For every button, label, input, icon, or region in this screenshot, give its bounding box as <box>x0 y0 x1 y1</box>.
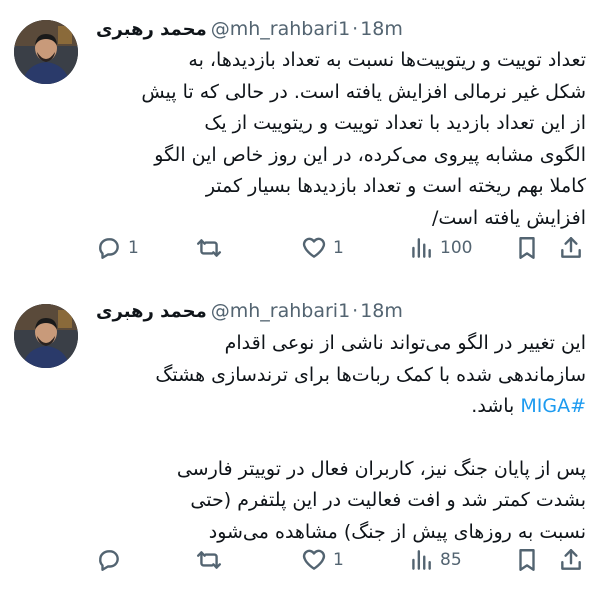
tweet-actions: 1 1 100 <box>96 233 586 263</box>
views-count: 85 <box>440 550 462 570</box>
bookmark-button[interactable] <box>514 233 540 263</box>
text-line: #MIGA باشد. <box>96 391 586 423</box>
heart-icon <box>302 549 326 570</box>
hashtag-link[interactable]: #MIGA <box>520 395 586 417</box>
text-line: نسبت به روزهای پیش از جنگ) مشاهده می‌شود <box>208 520 586 543</box>
tweet-time[interactable]: 18m <box>360 300 403 322</box>
reply-icon <box>99 550 119 571</box>
views-icon <box>412 238 431 258</box>
text-line: افزایش یافته است/ <box>431 206 586 229</box>
bookmark-button[interactable] <box>514 545 540 575</box>
reply-icon <box>99 238 119 259</box>
share-icon <box>561 237 581 258</box>
text-line: بشدت کمتر شد و افت فعالیت در این پلتفرم … <box>190 489 586 511</box>
retweet-button[interactable] <box>196 233 228 263</box>
retweet-icon <box>196 239 222 257</box>
views-button[interactable]: 85 <box>408 545 462 575</box>
author-handle[interactable]: @mh_rahbari1 <box>211 18 350 40</box>
text-line: این تغییر در الگو می‌تواند ناشی از نوعی … <box>224 332 586 354</box>
text-line: تعداد توییت و ریتوییت‌ها نسبت به تعداد ب… <box>188 49 586 71</box>
tweet-time[interactable]: 18m <box>360 18 403 40</box>
author-handle[interactable]: @mh_rahbari1 <box>211 300 350 322</box>
text-line: کاملا بهم ریخته است و تعداد بازدیدها بسی… <box>205 175 586 197</box>
text-line: الگوی مشابه پیروی می‌کرده، در این روز خا… <box>154 143 586 166</box>
reply-count: 1 <box>128 238 139 258</box>
tweet-text: تعداد توییت و ریتوییت‌ها نسبت به تعداد ب… <box>96 45 586 234</box>
text-fragment: باشد. <box>471 395 521 417</box>
tweet-text: این تغییر در الگو می‌تواند ناشی از نوعی … <box>96 328 586 548</box>
share-button[interactable] <box>558 233 584 263</box>
tweet-thread: محمد رهبری @mh_rahbari1 · 18m تعداد تویی… <box>0 0 600 591</box>
avatar[interactable] <box>14 20 78 84</box>
retweet-icon <box>196 551 222 569</box>
like-count: 1 <box>333 238 344 258</box>
retweet-button[interactable] <box>196 545 228 575</box>
text-line: از این تعداد بازدید با تعداد توییت و ریت… <box>204 112 586 134</box>
reply-button[interactable] <box>96 545 128 575</box>
bookmark-icon <box>519 549 535 571</box>
like-button[interactable]: 1 <box>301 545 344 575</box>
views-button[interactable]: 100 <box>408 233 472 263</box>
text-line: شکل غیر نرمالی افزایش یافته است. در حالی… <box>141 80 586 103</box>
like-count: 1 <box>333 550 344 570</box>
tweet[interactable]: محمد رهبری @mh_rahbari1 · 18m این تغییر … <box>0 290 600 591</box>
tweet-header: محمد رهبری @mh_rahbari1 · 18m <box>96 18 403 40</box>
share-icon <box>561 549 581 570</box>
views-count: 100 <box>440 238 473 258</box>
separator-dot: · <box>352 18 359 40</box>
reply-button[interactable]: 1 <box>96 233 139 263</box>
separator-dot: · <box>352 300 359 322</box>
tweet-actions: 1 85 <box>96 545 586 575</box>
bookmark-icon <box>519 237 535 259</box>
author-name[interactable]: محمد رهبری <box>96 301 207 322</box>
avatar[interactable] <box>14 304 78 368</box>
like-button[interactable]: 1 <box>301 233 344 263</box>
text-line: پس از پایان جنگ نیز، کاربران فعال در توی… <box>176 457 586 480</box>
share-button[interactable] <box>558 545 584 575</box>
tweet-header: محمد رهبری @mh_rahbari1 · 18m <box>96 300 403 322</box>
text-line: سازماندهی شده با کمک ربات‌ها برای ترندسا… <box>155 363 586 386</box>
author-name[interactable]: محمد رهبری <box>96 19 207 40</box>
tweet[interactable]: محمد رهبری @mh_rahbari1 · 18m تعداد تویی… <box>0 0 600 290</box>
views-icon <box>412 550 431 570</box>
heart-icon <box>302 237 326 258</box>
